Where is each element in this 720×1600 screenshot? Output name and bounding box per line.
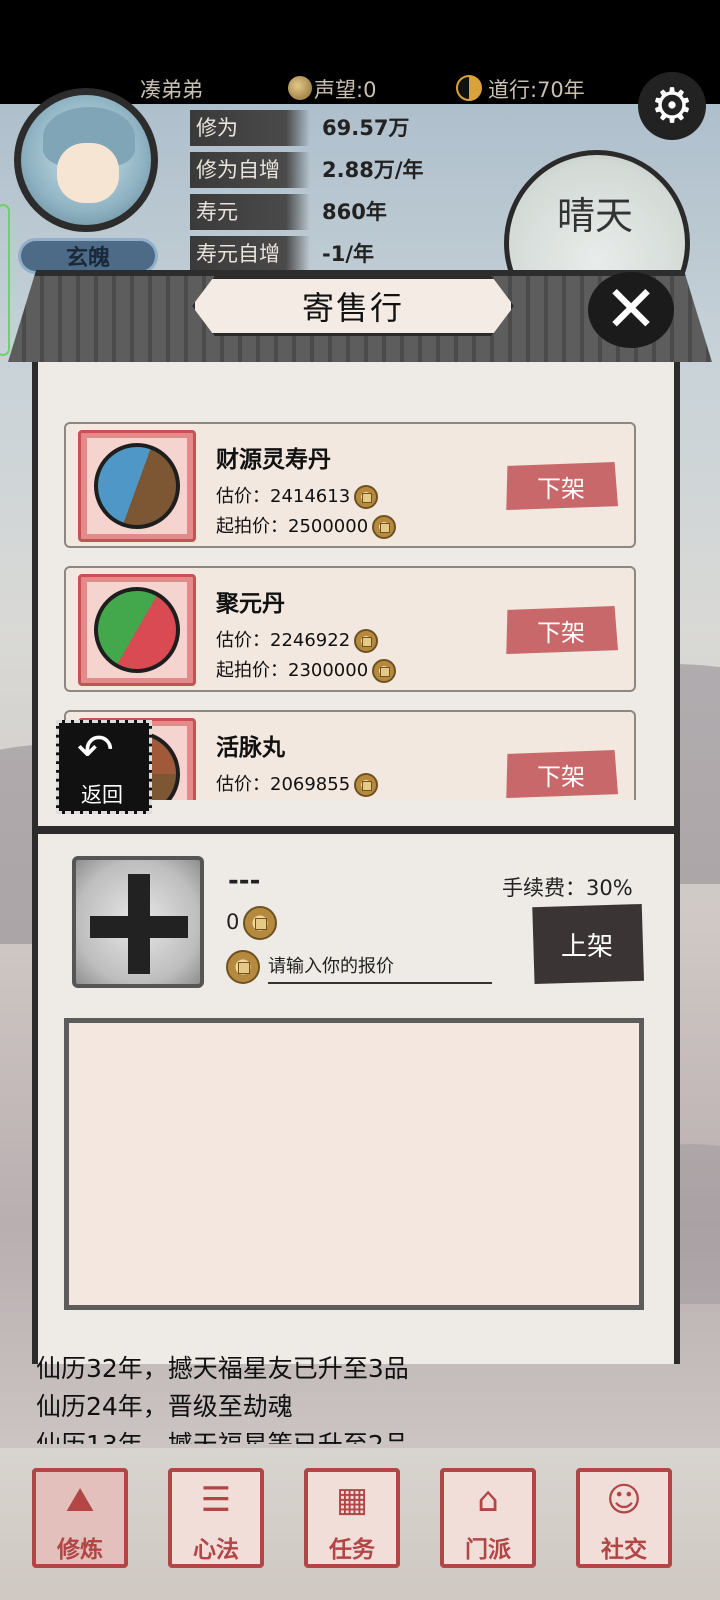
stat-label: 寿元自增 [190, 236, 310, 272]
unlist-button[interactable]: 下架 [506, 606, 618, 654]
stat-row-lifespan: 寿元 860年 [190, 194, 530, 230]
item-start-price: 起拍价：2500000 [216, 512, 397, 539]
cultivate-icon: ⛰ [65, 1480, 95, 1520]
nav-cultivate[interactable]: ⛰ 修炼 [32, 1468, 128, 1568]
scroll-icon: ☰ [200, 1480, 232, 1520]
coin-icon [372, 515, 397, 539]
bottom-nav: ⛰ 修炼 ☰ 心法 ▦ 任务 ⌂ 门派 ☺ 社交 [0, 1448, 720, 1600]
weather-text: 晴天 [557, 194, 634, 238]
stat-label: 修为 [190, 110, 310, 146]
bid-row [226, 950, 494, 986]
event-log[interactable]: 仙历32年，撼天福星友已升至3品 仙历24年，晋级至劫魂 仙历13年，撼天福星等… [36, 1350, 676, 1444]
stat-label: 修为自增 [190, 152, 310, 188]
coin-icon [354, 485, 379, 509]
pill-icon [94, 443, 180, 529]
coin-icon [372, 659, 397, 683]
item-estimate: 估价：2069855 [216, 770, 379, 797]
nav-sect[interactable]: ⌂ 门派 [440, 1468, 536, 1568]
item-description-box [64, 1018, 644, 1310]
reputation-icon [288, 76, 312, 100]
stat-row-cultivation: 修为 69.57万 [190, 110, 530, 146]
list-item: 财源灵寿丹 估价：2414613 起拍价：2500000 下架 [64, 422, 636, 548]
selected-item-price: 0 [226, 906, 278, 940]
panel-title: 寄售行 [192, 276, 514, 336]
social-icon: ☺ [606, 1480, 642, 1520]
unlist-button[interactable]: 下架 [506, 750, 618, 798]
item-start-price: 起拍价：2300000 [216, 656, 397, 683]
unlist-button[interactable]: 下架 [506, 462, 618, 510]
coin-icon [354, 773, 379, 797]
log-entry: 仙历24年，晋级至劫魂 [36, 1392, 293, 1421]
stat-row-cultivation-growth: 修为自增 2.88万/年 [190, 152, 530, 188]
panel-divider [32, 826, 680, 834]
stat-value: -1/年 [322, 242, 374, 266]
stat-row-lifespan-growth: 寿元自增 -1/年 [190, 236, 530, 272]
item-estimate: 估价：2414613 [216, 482, 379, 509]
avatar[interactable] [14, 88, 158, 232]
list-item: 聚元丹 估价：2246922 起拍价：2300000 下架 [64, 566, 636, 692]
sect-icon: ⌂ [477, 1480, 499, 1520]
reputation-value: 声望:0 [314, 78, 377, 102]
back-label: 返回 [81, 783, 123, 807]
gear-icon[interactable]: ⚙ [638, 72, 706, 140]
side-tab-edge[interactable] [0, 204, 10, 356]
back-arrow-icon: ↶ [77, 725, 114, 776]
pill-icon [94, 587, 180, 673]
nav-social[interactable]: ☺ 社交 [576, 1468, 672, 1568]
dao-years-value: 道行:70年 [488, 78, 585, 102]
close-icon[interactable]: ✕ [588, 272, 674, 348]
coin-icon [243, 906, 278, 940]
item-name: 财源灵寿丹 [216, 447, 331, 473]
log-entry: 仙历32年，撼天福星友已升至3品 [36, 1354, 409, 1383]
stat-value: 860年 [322, 200, 387, 224]
item-icon-frame[interactable] [78, 574, 196, 686]
log-entry: 仙历13年，撼天福星等已升至2品 [36, 1426, 676, 1444]
list-item-button[interactable]: 上架 [532, 904, 644, 984]
bid-price-input[interactable] [268, 950, 492, 984]
back-button[interactable]: ↶ 返回 [56, 720, 152, 814]
nav-technique[interactable]: ☰ 心法 [168, 1468, 264, 1568]
coin-icon [226, 950, 260, 984]
stat-value: 2.88万/年 [322, 158, 424, 182]
nav-tasks[interactable]: ▦ 任务 [304, 1468, 400, 1568]
selected-item-name: --- [228, 866, 261, 896]
player-name: 凑弟弟 [140, 78, 203, 102]
item-name: 聚元丹 [216, 591, 285, 617]
fee-text: 手续费：30% [502, 876, 633, 900]
rank-badge: 玄魄 [18, 238, 158, 274]
item-estimate: 估价：2246922 [216, 626, 379, 653]
stat-value: 69.57万 [322, 116, 410, 140]
add-item-slot[interactable] [72, 856, 204, 988]
taiji-icon [456, 75, 482, 101]
stat-label: 寿元 [190, 194, 310, 230]
task-icon: ▦ [335, 1480, 369, 1520]
item-icon-frame[interactable] [78, 430, 196, 542]
coin-icon [354, 629, 379, 653]
item-name: 活脉丸 [216, 735, 285, 761]
